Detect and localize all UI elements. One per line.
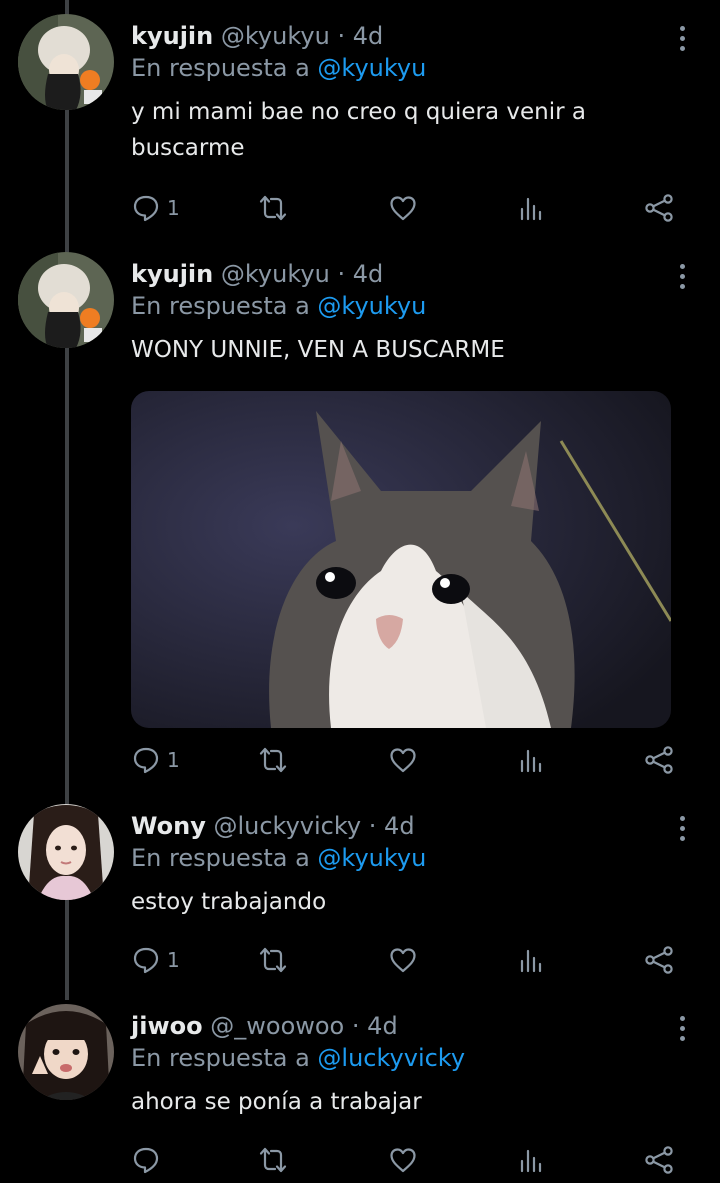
views-button[interactable] [516,742,546,778]
display-name[interactable]: kyujin [131,22,213,50]
more-icon [678,816,686,841]
like-icon [388,1145,418,1175]
views-icon [516,945,546,975]
share-button[interactable] [644,1142,674,1178]
reply-count: 1 [167,948,180,972]
reply-mention-link[interactable]: @kyukyu [317,54,426,82]
more-options-button[interactable] [678,816,686,846]
avatar[interactable] [18,14,114,110]
tweet[interactable]: kyujin @kyukyu · 4d En respuesta a @kyuk… [0,252,720,788]
reply-button[interactable]: 1 [131,190,180,226]
share-button[interactable] [644,190,674,226]
tweet-text: WONY UNNIE, VEN A BUSCARME [131,337,505,363]
reply-button[interactable]: 1 [131,742,180,778]
retweet-button[interactable] [258,1142,288,1178]
tweet-actions: 1 [131,742,690,778]
like-button[interactable] [388,1142,418,1178]
reply-prefix: En respuesta a [131,54,310,82]
like-icon [388,945,418,975]
tweet-actions: 1 [131,190,690,226]
like-icon [388,193,418,223]
user-handle[interactable]: @_woowoo [210,1012,344,1040]
reply-prefix: En respuesta a [131,292,310,320]
share-button[interactable] [644,942,674,978]
replying-to: En respuesta a @kyukyu [131,290,690,322]
user-handle[interactable]: @kyukyu [221,260,330,288]
retweet-icon [258,745,288,775]
tweet-actions: 1 [131,942,690,978]
tweet[interactable]: Wony @luckyvicky · 4d En respuesta a @ky… [0,804,720,990]
display-name[interactable]: Wony [131,812,206,840]
tweet[interactable]: jiwoo @_woowoo · 4d En respuesta a @luck… [0,1004,720,1183]
reply-mention-link[interactable]: @kyukyu [317,844,426,872]
timestamp[interactable]: 4d [384,812,415,840]
reply-button[interactable] [131,1142,167,1178]
more-options-button[interactable] [678,26,686,56]
reply-count: 1 [167,748,180,772]
views-icon [516,193,546,223]
like-button[interactable] [388,742,418,778]
tweet-text: y mi mami bae no creo q quiera venir a b… [131,99,586,161]
avatar[interactable] [18,804,114,900]
replying-to: En respuesta a @kyukyu [131,52,690,84]
tweet[interactable]: kyujin @kyukyu · 4d En respuesta a @kyuk… [0,14,720,230]
timestamp[interactable]: 4d [353,22,384,50]
share-icon [644,945,674,975]
replying-to: En respuesta a @luckyvicky [131,1042,690,1074]
retweet-icon [258,1145,288,1175]
like-icon [388,745,418,775]
retweet-button[interactable] [258,742,288,778]
retweet-button[interactable] [258,942,288,978]
avatar[interactable] [18,1004,114,1100]
tweet-text: ahora se ponía a trabajar [131,1089,422,1115]
share-icon [644,1145,674,1175]
tweet-actions [131,1142,690,1178]
more-icon [678,26,686,51]
more-icon [678,264,686,289]
more-icon [678,1016,686,1041]
separator-dot: · [368,812,377,840]
reply-icon [131,193,161,223]
more-options-button[interactable] [678,1016,686,1046]
reply-button[interactable]: 1 [131,942,180,978]
share-icon [644,745,674,775]
display-name[interactable]: jiwoo [131,1012,203,1040]
user-handle[interactable]: @kyukyu [221,22,330,50]
reply-mention-link[interactable]: @luckyvicky [317,1044,465,1072]
retweet-icon [258,193,288,223]
reply-count: 1 [167,196,180,220]
reply-prefix: En respuesta a [131,1044,310,1072]
views-button[interactable] [516,942,546,978]
reply-prefix: En respuesta a [131,844,310,872]
replying-to: En respuesta a @kyukyu [131,842,690,874]
reply-icon [131,1145,161,1175]
tweet-text: estoy trabajando [131,889,327,915]
more-options-button[interactable] [678,264,686,294]
separator-dot: · [337,22,346,50]
reply-mention-link[interactable]: @kyukyu [317,292,426,320]
user-handle[interactable]: @luckyvicky [213,812,361,840]
retweet-icon [258,945,288,975]
like-button[interactable] [388,942,418,978]
tweet-image-crying-cat[interactable] [131,391,671,728]
like-button[interactable] [388,190,418,226]
timestamp[interactable]: 4d [353,260,384,288]
separator-dot: · [337,260,346,288]
views-button[interactable] [516,190,546,226]
retweet-button[interactable] [258,190,288,226]
avatar[interactable] [18,252,114,348]
views-icon [516,1145,546,1175]
reply-icon [131,945,161,975]
reply-icon [131,745,161,775]
display-name[interactable]: kyujin [131,260,213,288]
views-button[interactable] [516,1142,546,1178]
timestamp[interactable]: 4d [367,1012,398,1040]
share-icon [644,193,674,223]
views-icon [516,745,546,775]
separator-dot: · [351,1012,360,1040]
share-button[interactable] [644,742,674,778]
